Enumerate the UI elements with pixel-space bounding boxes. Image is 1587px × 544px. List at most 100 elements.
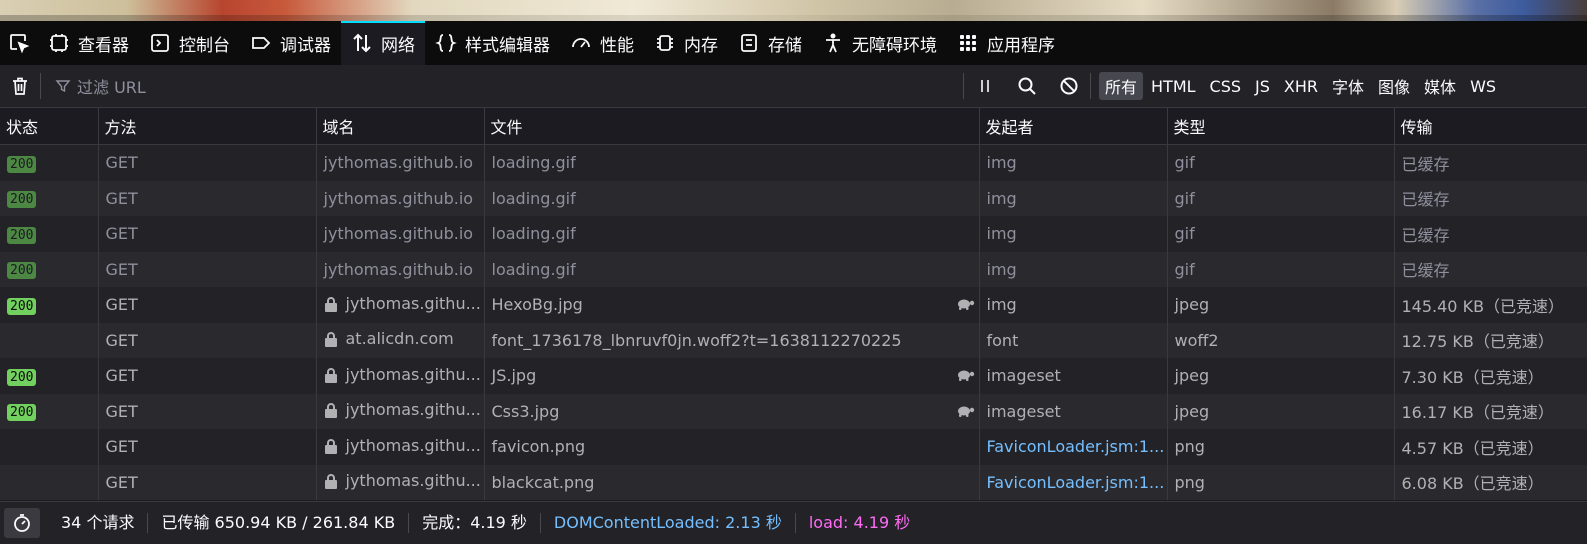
file-text: blackcat.png <box>491 472 595 492</box>
file-text: favicon.png <box>491 437 586 457</box>
request-row[interactable]: 200 GET jythomas.github.io loading.gif img gi… <box>0 180 1587 216</box>
clear-button[interactable] <box>0 75 40 97</box>
column-header-initiator[interactable]: 发起者 <box>979 108 1168 145</box>
domain-cell: jythomas.githu... <box>316 429 485 465</box>
tab-debugger[interactable]: 调试器 <box>240 21 341 65</box>
column-header-domain[interactable]: 域名 <box>316 108 485 145</box>
type-filter-button[interactable]: 图像 <box>1372 72 1416 100</box>
type-filter-button[interactable]: 所有 <box>1099 72 1144 100</box>
performance-analysis-button[interactable] <box>4 508 40 538</box>
request-row[interactable]: 200 GET jythomas.githu... JS.jpg imageset jpe… <box>0 358 1587 394</box>
tab-label: 样式编辑器 <box>465 35 550 56</box>
status-cell: 200 <box>0 144 99 181</box>
transfer-cell: 已缓存 <box>1394 180 1587 216</box>
block-requests-button[interactable] <box>1048 75 1090 97</box>
file-text: JS.jpg <box>491 366 537 386</box>
initiator-cell: img <box>979 180 1168 216</box>
trash-icon <box>9 75 31 97</box>
type-cell: woff2 <box>1167 322 1395 358</box>
console-icon <box>149 32 171 54</box>
type-filter-button[interactable]: JS <box>1249 75 1276 98</box>
tab-accessibility[interactable]: 无障碍环境 <box>812 21 947 65</box>
column-header-file[interactable]: 文件 <box>484 108 980 145</box>
search-button[interactable] <box>1006 75 1048 97</box>
method-cell: GET <box>98 464 317 500</box>
tab-style-editor[interactable]: 样式编辑器 <box>425 21 560 65</box>
type-filter-button[interactable]: CSS <box>1204 75 1247 98</box>
file-text: loading.gif <box>491 188 576 208</box>
column-header-method[interactable]: 方法 <box>98 108 317 145</box>
type-filter-button[interactable]: 媒体 <box>1418 72 1462 100</box>
method-cell: GET <box>98 287 317 323</box>
domain-text: jythomas.githu... <box>345 293 481 313</box>
tab-storage[interactable]: 存储 <box>728 21 812 65</box>
domain-cell: jythomas.githu... <box>316 287 485 323</box>
tab-label: 内存 <box>684 35 718 56</box>
filter-url-input[interactable]: 过滤 URL <box>41 65 963 107</box>
initiator-cell[interactable]: FaviconLoader.jsm:1... <box>979 429 1168 465</box>
status-bar: 34 个请求 已传输 650.94 KB / 261.84 KB 完成：4.19… <box>0 501 1587 544</box>
pause-button[interactable] <box>964 75 1006 97</box>
domain-cell: jythomas.githu... <box>316 393 485 429</box>
element-picker-button[interactable] <box>0 21 38 65</box>
type-filter-button[interactable]: XHR <box>1278 75 1324 98</box>
domain-cell: jythomas.github.io <box>316 144 485 181</box>
file-cell: font_1736178_lbnruvf0jn.woff2?t=16381122… <box>484 322 980 358</box>
request-type-filters: 所有 HTML CSS JS XHR 字体 图像 媒体 WS <box>1099 72 1502 100</box>
request-row[interactable]: 200 GET jythomas.github.io loading.gif img gi… <box>0 251 1587 287</box>
type-cell: jpeg <box>1167 393 1395 429</box>
tab-label: 网络 <box>381 35 415 56</box>
method-cell: GET <box>98 144 317 181</box>
request-row[interactable]: 200 GET jythomas.githu... HexoBg.jpg img jpeg… <box>0 287 1587 323</box>
initiator-cell: img <box>979 144 1168 181</box>
status-cell: 200 <box>0 358 99 394</box>
status-cell <box>0 322 99 358</box>
domain-text: jythomas.githu... <box>345 471 481 491</box>
domain-cell: at.alicdn.com <box>316 322 485 358</box>
tab-console[interactable]: 控制台 <box>139 21 240 65</box>
dom-content-loaded-time: DOMContentLoaded: 2.13 秒 <box>541 513 796 533</box>
type-cell: png <box>1167 464 1395 500</box>
request-row[interactable]: 200 GET jythomas.github.io loading.gif img gi… <box>0 144 1587 181</box>
filter-icon <box>55 78 71 94</box>
request-row[interactable]: 200 GET jythomas.githu... Css3.jpg imageset j… <box>0 393 1587 429</box>
network-filter-bar: 过滤 URL 所有 HTML CSS JS XHR 字体 图像 媒体 WS <box>0 65 1587 108</box>
column-header-status[interactable]: 状态 <box>0 108 99 145</box>
tab-inspector[interactable]: 查看器 <box>38 21 139 65</box>
tab-memory[interactable]: 内存 <box>644 21 728 65</box>
transfer-cell: 16.17 KB（已竞速） <box>1394 393 1587 429</box>
tab-network[interactable]: 网络 <box>341 21 425 65</box>
file-text: loading.gif <box>491 153 576 173</box>
tab-label: 查看器 <box>78 35 129 56</box>
search-icon <box>1016 75 1038 97</box>
storage-icon <box>738 32 760 54</box>
file-text: loading.gif <box>491 224 576 244</box>
status-cell <box>0 464 99 500</box>
tab-label: 性能 <box>600 35 634 56</box>
initiator-cell: font <box>979 322 1168 358</box>
transferred-size: 已传输 650.94 KB / 261.84 KB <box>148 513 410 533</box>
method-cell: GET <box>98 216 317 252</box>
tab-performance[interactable]: 性能 <box>560 21 644 65</box>
column-header-type[interactable]: 类型 <box>1167 108 1395 145</box>
stopwatch-icon <box>11 512 33 534</box>
request-row[interactable]: GET jythomas.githu... blackcat.png FaviconL… <box>0 464 1587 500</box>
status-badge: 200 <box>7 191 37 209</box>
type-filter-button[interactable]: WS <box>1464 75 1502 98</box>
tab-application[interactable]: 应用程序 <box>947 21 1065 65</box>
transfer-cell: 已缓存 <box>1394 251 1587 287</box>
inspector-icon <box>48 32 70 54</box>
request-row[interactable]: GET jythomas.githu... favicon.png FaviconLo… <box>0 429 1587 465</box>
initiator-cell[interactable]: FaviconLoader.jsm:1... <box>979 464 1168 500</box>
request-row[interactable]: 200 GET jythomas.github.io loading.gif img gi… <box>0 216 1587 252</box>
type-filter-button[interactable]: 字体 <box>1326 72 1370 100</box>
method-cell: GET <box>98 180 317 216</box>
method-cell: GET <box>98 251 317 287</box>
type-filter-button[interactable]: HTML <box>1145 75 1202 98</box>
element-picker-icon <box>8 32 30 54</box>
domain-text: jythomas.githu... <box>345 364 481 384</box>
column-header-transfer[interactable]: 传输 <box>1394 108 1587 145</box>
initiator-cell: img <box>979 216 1168 252</box>
request-row[interactable]: GET at.alicdn.com font_1736178_lbnruvf0jn.… <box>0 322 1587 358</box>
application-icon <box>957 32 979 54</box>
